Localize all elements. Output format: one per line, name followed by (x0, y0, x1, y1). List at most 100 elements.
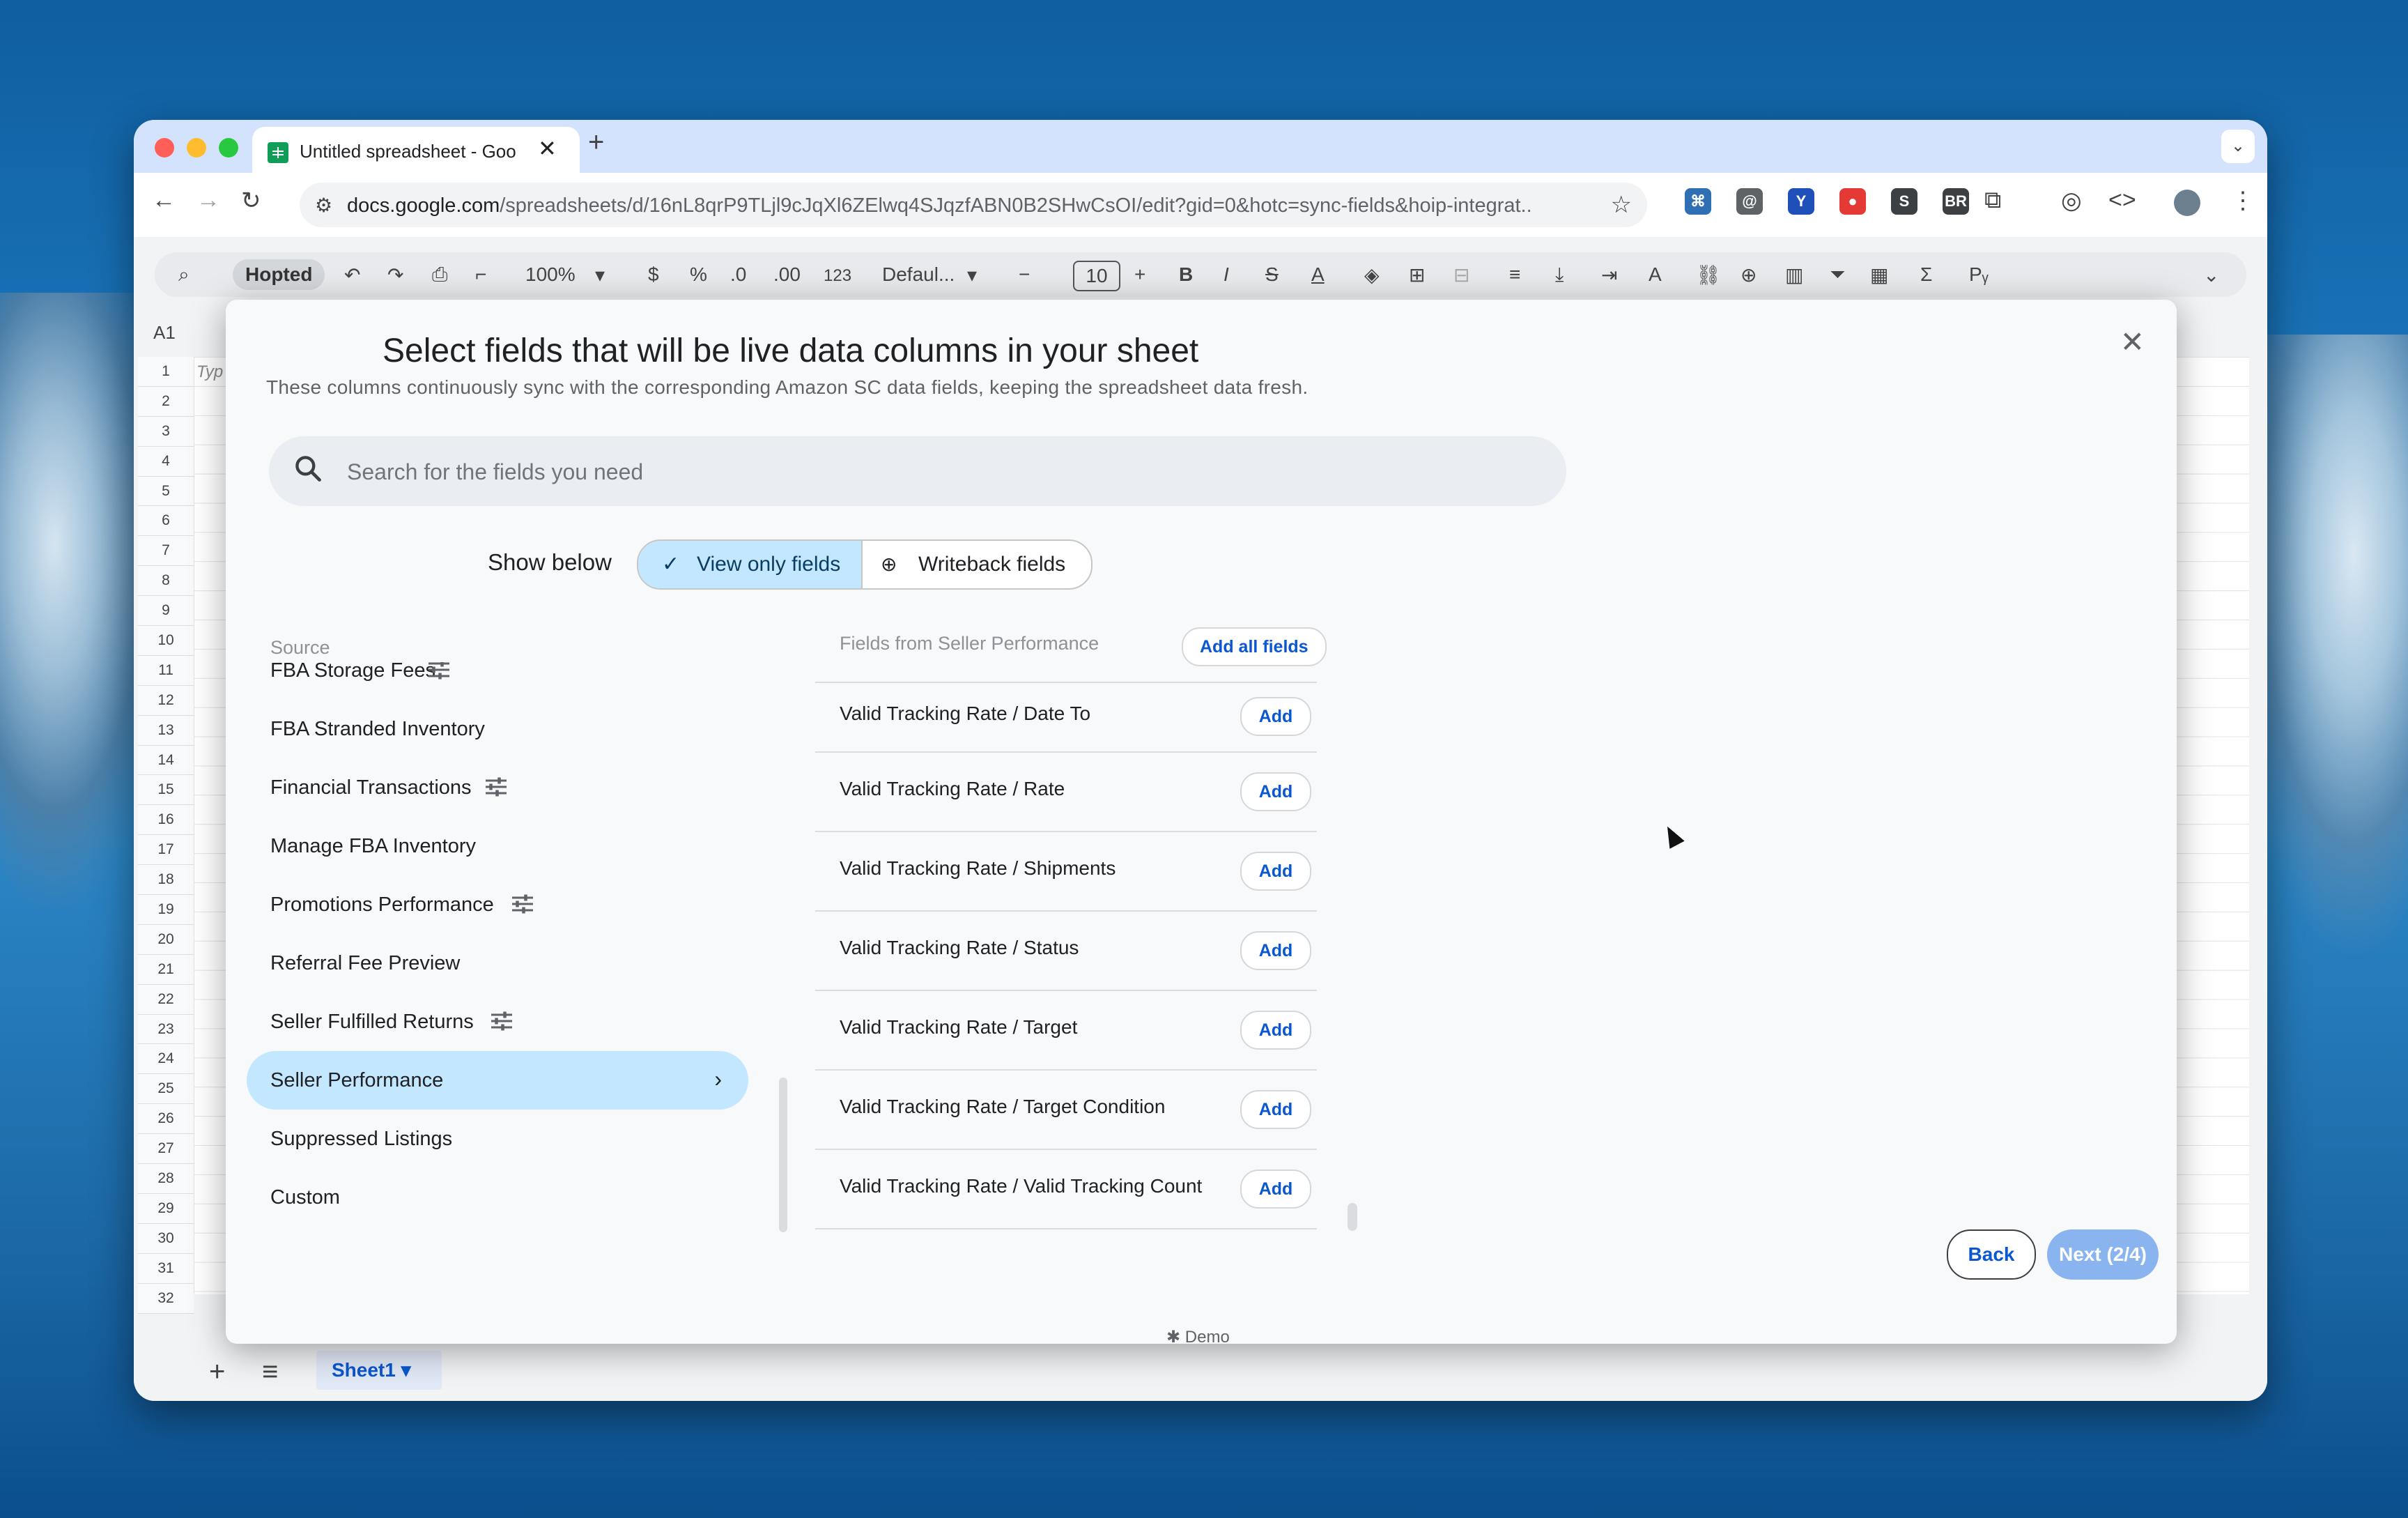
field-list-scrollbar[interactable] (1348, 1203, 1357, 1231)
tune-settings-icon[interactable] (489, 1011, 514, 1032)
insert-comment-icon[interactable]: ⊕ (1741, 263, 1757, 286)
tune-settings-icon[interactable] (510, 894, 535, 914)
minimize-window-button[interactable] (187, 138, 206, 158)
all-sheets-menu-icon[interactable]: ≡ (262, 1356, 278, 1388)
tab-close-icon[interactable]: ✕ (538, 135, 557, 162)
insert-link-icon[interactable]: ⛓ (1696, 263, 1721, 286)
text-color-icon[interactable]: A (1311, 263, 1325, 286)
row-header[interactable]: 16 (138, 805, 194, 836)
filter-icon[interactable]: ⏷ (1830, 263, 1845, 286)
hopted-button[interactable]: Hopted (233, 259, 325, 290)
back-button[interactable]: Back (1947, 1229, 2036, 1280)
omnibox[interactable]: ⚙ docs.google.com/spreadsheets/d/16nL8qr… (300, 183, 1647, 227)
close-window-button[interactable] (155, 138, 174, 158)
font-size-plus-icon[interactable]: + (1134, 263, 1145, 286)
input-tools-icon[interactable]: Pᵧ (1969, 263, 1989, 286)
row-header[interactable]: 4 (138, 446, 194, 477)
row-header[interactable]: 7 (138, 536, 194, 567)
add-field-button[interactable]: Add (1240, 931, 1311, 970)
search-menus-icon[interactable]: ⌕ (178, 263, 190, 286)
next-button[interactable]: Next (2/4) (2047, 1229, 2159, 1280)
zoom-select[interactable]: 100% (525, 263, 576, 286)
tune-settings-icon[interactable] (426, 662, 452, 680)
row-header[interactable]: 10 (138, 626, 194, 656)
borders-icon[interactable]: ⊞ (1409, 263, 1425, 286)
tune-settings-icon[interactable] (484, 776, 509, 797)
new-tab-button[interactable]: + (588, 127, 604, 158)
extensions-puzzle-icon[interactable]: ⧉ (1984, 187, 2001, 214)
source-item[interactable]: Promotions Performance (247, 875, 748, 934)
currency-button[interactable]: $ (648, 263, 659, 286)
source-list-scrollbar[interactable] (779, 1078, 787, 1232)
add-sheet-icon[interactable]: + (209, 1356, 225, 1388)
text-wrap-icon[interactable]: ⇥ (1601, 263, 1617, 286)
font-chevron-icon[interactable]: ▾ (967, 263, 977, 286)
browser-menu-icon[interactable]: ⋮ (2231, 187, 2255, 215)
row-header[interactable]: 19 (138, 895, 194, 925)
name-box[interactable]: A1 (153, 322, 176, 344)
print-icon[interactable]: ⎙ (432, 263, 447, 286)
row-header[interactable]: 18 (138, 865, 194, 896)
row-header[interactable]: 24 (138, 1044, 194, 1075)
decrease-decimal-button[interactable]: .0 (730, 263, 746, 286)
add-field-button[interactable]: Add (1240, 1090, 1311, 1129)
row-header[interactable]: 8 (138, 566, 194, 597)
row-header[interactable]: 23 (138, 1014, 194, 1045)
vertical-align-icon[interactable]: ⤓ (1555, 263, 1564, 286)
ext-6-icon[interactable]: BR (1943, 188, 1969, 215)
row-header[interactable]: 9 (138, 596, 194, 627)
number-format-button[interactable]: 123 (824, 266, 851, 286)
field-search-input[interactable] (346, 454, 1533, 489)
insert-chart-icon[interactable]: ▥ (1785, 263, 1803, 286)
row-header[interactable]: 30 (138, 1223, 194, 1254)
view-only-fields-button[interactable]: ✓ View only fields (638, 541, 861, 588)
ext-4-icon[interactable]: ● (1839, 188, 1866, 215)
bookmark-star-icon[interactable]: ☆ (1611, 191, 1632, 219)
row-header[interactable]: 15 (138, 775, 194, 806)
strikethrough-icon[interactable]: S (1265, 263, 1279, 286)
ext-5-icon[interactable]: S (1891, 188, 1917, 215)
italic-button[interactable]: I (1224, 263, 1229, 286)
ext-3-icon[interactable]: Y (1788, 188, 1814, 215)
row-header[interactable]: 20 (138, 924, 194, 955)
row-header[interactable]: 29 (138, 1193, 194, 1224)
site-settings-icon[interactable]: ⚙ (315, 194, 332, 217)
source-item[interactable]: FBA Storage Fees (247, 662, 748, 700)
forward-arrow-icon[interactable]: → (196, 187, 220, 214)
row-header[interactable]: 25 (138, 1074, 194, 1105)
ext-2-icon[interactable]: @ (1736, 188, 1763, 215)
devtools-code-icon[interactable]: <> (2108, 187, 2136, 214)
row-header[interactable]: 1 (138, 357, 194, 387)
font-select[interactable]: Defaul... (882, 263, 955, 286)
source-item[interactable]: Referral Fee Preview (247, 934, 748, 992)
row-header[interactable]: 28 (138, 1164, 194, 1194)
add-field-button[interactable]: Add (1240, 852, 1311, 891)
filter-views-icon[interactable]: ▦ (1870, 263, 1888, 286)
screenshot-icon[interactable]: ◎ (2061, 187, 2082, 215)
profile-avatar[interactable] (2174, 190, 2200, 216)
browser-tab[interactable]: Untitled spreadsheet - Googl ✕ (252, 127, 580, 173)
row-header[interactable]: 32 (138, 1283, 194, 1314)
bold-button[interactable]: B (1179, 263, 1193, 286)
writeback-fields-button[interactable]: ⊕ Writeback fields (863, 541, 1091, 588)
row-header[interactable]: 17 (138, 835, 194, 866)
row-header[interactable]: 2 (138, 386, 194, 417)
source-item[interactable]: Suppressed Listings (247, 1110, 748, 1168)
row-header[interactable]: 13 (138, 715, 194, 746)
align-left-icon[interactable]: ≡ (1509, 263, 1520, 286)
merge-cells-icon[interactable]: ⊟ (1453, 263, 1469, 286)
row-header[interactable]: 12 (138, 685, 194, 716)
row-header[interactable]: 22 (138, 984, 194, 1015)
sheet-tab[interactable]: Sheet1 ▾ (316, 1351, 442, 1390)
text-rotation-icon[interactable]: A (1649, 263, 1662, 286)
add-field-button[interactable]: Add (1240, 1170, 1311, 1209)
row-header[interactable]: 14 (138, 745, 194, 776)
collapse-toolbar-chevron-icon[interactable]: ⌄ (2203, 263, 2219, 286)
tab-search-chevron-icon[interactable]: ⌄ (2221, 130, 2255, 163)
row-header[interactable]: 11 (138, 655, 194, 686)
row-header[interactable]: 6 (138, 506, 194, 537)
add-field-button[interactable]: Add (1240, 772, 1311, 811)
font-size-field[interactable]: 10 (1073, 261, 1120, 291)
increase-decimal-button[interactable]: .00 (773, 263, 801, 286)
row-header[interactable]: 26 (138, 1104, 194, 1135)
